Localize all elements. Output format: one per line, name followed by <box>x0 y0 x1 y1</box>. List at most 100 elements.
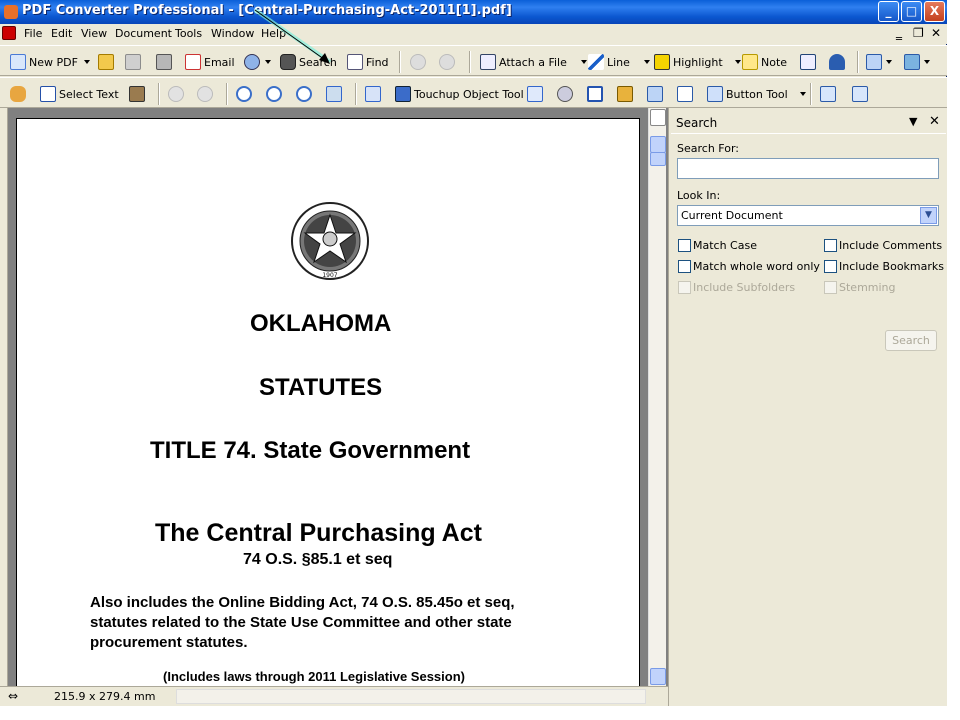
link-tool-button[interactable] <box>365 84 384 104</box>
next-page-icon <box>197 86 213 102</box>
rotate-clockwise-button[interactable] <box>820 84 839 104</box>
zoom-in-button[interactable] <box>236 84 255 104</box>
fit-page-button[interactable] <box>326 84 345 104</box>
menu-window[interactable]: Window <box>211 27 254 40</box>
note-button[interactable]: Note <box>742 52 787 72</box>
scroll-thumb[interactable] <box>650 152 666 166</box>
find-button[interactable]: Find <box>347 52 389 72</box>
look-in-select[interactable]: Current Document ▼ <box>677 205 939 226</box>
scroll-down-icon[interactable] <box>650 668 666 685</box>
mdi-restore-icon[interactable]: ❐ <box>913 26 924 40</box>
redo-button[interactable] <box>439 52 458 72</box>
toolbar-separator <box>226 83 228 105</box>
search-for-label: Search For: <box>677 142 739 155</box>
close-button[interactable]: X <box>924 1 945 22</box>
menu-document[interactable]: Document <box>115 27 172 40</box>
chevron-down-icon[interactable]: ▼ <box>920 207 937 224</box>
new-pdf-button[interactable]: New PDF <box>10 52 90 72</box>
include-comments-checkbox[interactable] <box>824 239 837 252</box>
form-button[interactable] <box>647 84 666 104</box>
chevron-down-icon[interactable] <box>265 60 271 64</box>
search-panel-title: Search <box>676 116 718 130</box>
chevron-down-icon[interactable] <box>799 92 806 96</box>
form-icon <box>647 86 663 102</box>
title-bar[interactable]: PDF Converter Professional - [Central-Pu… <box>0 0 947 24</box>
search-button[interactable]: Search <box>280 52 337 72</box>
include-bookmarks-checkbox[interactable] <box>824 260 837 273</box>
undo-button[interactable] <box>410 52 429 72</box>
line-label: Line <box>607 55 630 69</box>
panel-close-icon[interactable]: ✕ <box>929 114 940 129</box>
status-bar: ⇔ 215.9 x 279.4 mm <box>0 686 668 706</box>
panel-menu-icon[interactable]: ▼ <box>909 115 917 128</box>
scroll-up-icon[interactable] <box>650 136 666 153</box>
image-tool-button[interactable] <box>904 52 930 72</box>
secure-button[interactable] <box>617 84 636 104</box>
vertical-scrollbar[interactable] <box>648 108 666 686</box>
attach-label: Attach a File <box>499 55 567 69</box>
stamp-button[interactable] <box>829 52 848 72</box>
chevron-down-icon[interactable] <box>886 60 892 64</box>
search-input[interactable] <box>677 158 939 179</box>
document-menu-icon[interactable] <box>2 26 16 40</box>
line-button[interactable]: Line <box>588 52 650 72</box>
toolbar-separator <box>355 83 357 105</box>
search-submit-button[interactable]: Search <box>885 330 937 351</box>
document-viewport[interactable]: 1907 OKLAHOMA STATUTES TITLE 74. State G… <box>0 108 668 688</box>
seal-year: 1907 <box>322 272 337 279</box>
zoom-tool-button[interactable] <box>296 84 315 104</box>
menu-edit[interactable]: Edit <box>51 27 72 40</box>
touchup-object-icon <box>395 86 411 102</box>
app-window: PDF Converter Professional - [Central-Pu… <box>0 0 947 706</box>
doc-paragraph-line: statutes related to the State Use Commit… <box>90 614 512 631</box>
save-button[interactable] <box>125 52 144 72</box>
panel-toggle-icon[interactable] <box>650 109 666 126</box>
note-icon <box>742 54 758 70</box>
pdf-page[interactable]: 1907 OKLAHOMA STATUTES TITLE 74. State G… <box>16 118 640 688</box>
chevron-down-icon[interactable] <box>580 60 587 64</box>
previous-page-button[interactable] <box>168 84 187 104</box>
attach-file-button[interactable]: Attach a File <box>480 52 587 72</box>
chevron-down-icon[interactable] <box>924 60 930 64</box>
doc-heading-act: The Central Purchasing Act <box>155 519 482 547</box>
view-button[interactable] <box>557 84 576 104</box>
zoom-out-button[interactable] <box>266 84 285 104</box>
open-button[interactable] <box>98 52 117 72</box>
menu-tools[interactable]: Tools <box>175 27 202 40</box>
match-whole-word-checkbox[interactable] <box>678 260 691 273</box>
horizontal-scrollbar[interactable] <box>176 689 646 704</box>
button-tool-label: Button Tool <box>726 87 788 101</box>
email-button[interactable]: Email <box>185 52 235 72</box>
print-button[interactable] <box>156 52 175 72</box>
text-box-button[interactable] <box>800 52 819 72</box>
window-layout-button[interactable] <box>866 52 892 72</box>
hand-tool-button[interactable] <box>10 84 29 104</box>
chevron-down-icon[interactable] <box>83 60 90 64</box>
highlight-button[interactable]: Highlight <box>654 52 741 72</box>
find-label: Find <box>366 55 389 69</box>
convert-button[interactable] <box>244 52 271 72</box>
checkbox-tool-button[interactable] <box>677 84 696 104</box>
stemming-checkbox[interactable] <box>824 281 837 294</box>
chevron-down-icon[interactable] <box>643 60 650 64</box>
include-subfolders-checkbox[interactable] <box>678 281 691 294</box>
select-text-button[interactable]: Select Text <box>40 84 119 104</box>
mdi-minimize-icon[interactable]: ‗ <box>896 26 902 40</box>
menu-file[interactable]: File <box>24 27 42 40</box>
chevron-down-icon[interactable] <box>734 60 741 64</box>
split-handle-icon[interactable]: ⇔ <box>8 689 18 703</box>
button-tool-button[interactable]: Button Tool <box>707 84 806 104</box>
crop-button[interactable] <box>587 84 606 104</box>
menu-view[interactable]: View <box>81 27 107 40</box>
snapshot-button[interactable] <box>129 84 148 104</box>
touchup-object-button[interactable]: Touchup Object Tool <box>395 84 524 104</box>
rotate-counterclockwise-button[interactable] <box>852 84 871 104</box>
menu-help[interactable]: Help <box>261 27 286 40</box>
minimize-button[interactable]: _ <box>878 1 899 22</box>
navigation-strip[interactable] <box>0 108 8 686</box>
match-case-checkbox[interactable] <box>678 239 691 252</box>
mdi-close-icon[interactable]: ✕ <box>931 26 941 40</box>
next-page-button[interactable] <box>197 84 216 104</box>
select-object-button[interactable] <box>527 84 546 104</box>
maximize-button[interactable]: □ <box>901 1 922 22</box>
